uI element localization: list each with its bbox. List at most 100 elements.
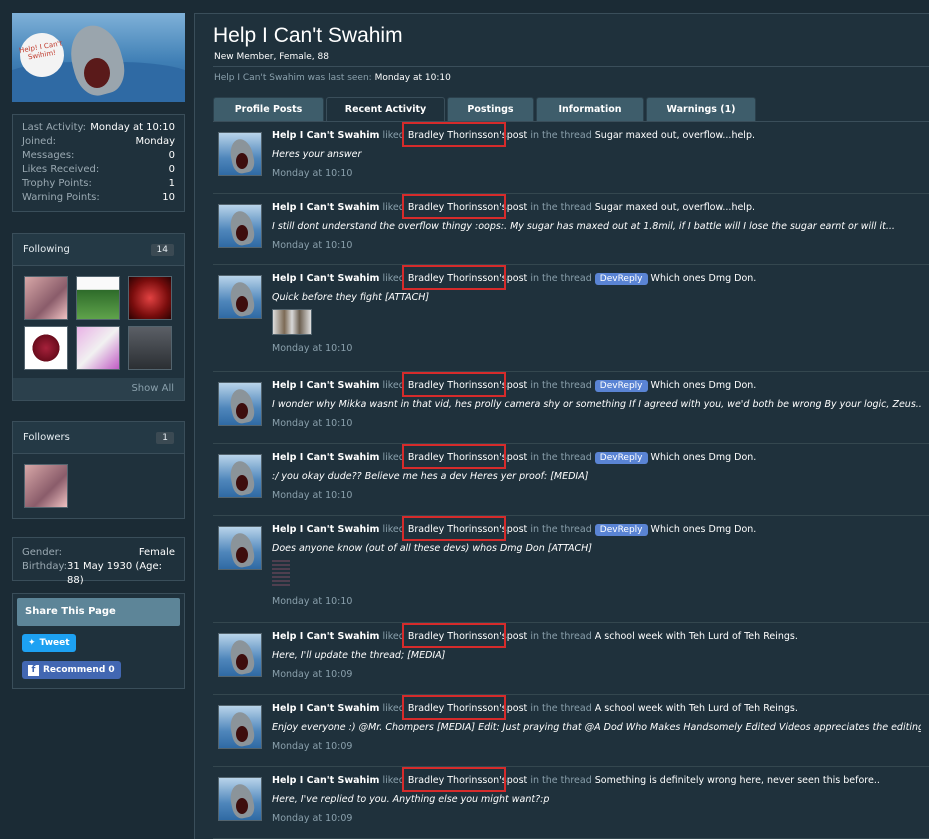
devreply-prefix-badge[interactable]: DevReply xyxy=(594,380,648,392)
thread-link[interactable]: A school week with Teh Lurd of Teh Reing… xyxy=(595,703,798,714)
post-author-link[interactable]: Bradley Thorinsson's xyxy=(401,444,507,469)
activity-item: Help I Can't Swahim liked Bradley Thorin… xyxy=(213,767,929,839)
stat-joined: Joined: Monday xyxy=(22,136,175,147)
devreply-prefix-badge[interactable]: DevReply xyxy=(594,524,648,536)
activity-time[interactable]: Monday at 10:09 xyxy=(272,669,921,680)
tab-recent-activity[interactable]: Recent Activity xyxy=(326,97,445,121)
profile-stats: Last Activity: Monday at 10:10 Joined: Mon… xyxy=(12,114,185,212)
activity-time[interactable]: Monday at 10:10 xyxy=(272,418,921,429)
attachment-thumbnail[interactable] xyxy=(272,309,312,335)
activity-item: Help I Can't Swahim liked Bradley Thorin… xyxy=(213,265,929,372)
post-author-link[interactable]: Bradley Thorinsson's xyxy=(401,122,507,147)
highlight-box xyxy=(401,767,506,792)
activity-avatar[interactable] xyxy=(218,633,262,677)
tweet-label: Tweet xyxy=(39,638,70,648)
activity-content: Help I Can't Swahim liked Bradley Thorin… xyxy=(272,194,921,251)
tweet-button[interactable]: ✦ Tweet xyxy=(22,634,76,652)
title-divider xyxy=(213,66,929,67)
activity-time[interactable]: Monday at 10:10 xyxy=(272,343,921,354)
sidebar: Help! I Can't Swihim! Last Activity: Mond… xyxy=(12,13,185,689)
post-author-link[interactable]: Bradley Thorinsson's xyxy=(401,623,507,648)
stat-trophy-points: Trophy Points: 1 xyxy=(22,178,175,189)
activity-avatar[interactable] xyxy=(218,132,262,176)
post-link[interactable]: post xyxy=(507,775,528,786)
activity-time[interactable]: Monday at 10:10 xyxy=(272,596,921,607)
activity-time[interactable]: Monday at 10:10 xyxy=(272,490,921,501)
activity-avatar[interactable] xyxy=(218,204,262,248)
post-author-link[interactable]: Bradley Thorinsson's xyxy=(401,194,507,219)
devreply-prefix-badge[interactable]: DevReply xyxy=(594,452,648,464)
tab-profile-posts[interactable]: Profile Posts xyxy=(213,97,324,121)
share-header: Share This Page xyxy=(17,598,180,626)
post-snippet: Here, I'll update the thread; [MEDIA] xyxy=(272,650,446,661)
activity-avatar[interactable] xyxy=(218,454,262,498)
highlight-box xyxy=(401,695,506,720)
activity-time[interactable]: Monday at 10:09 xyxy=(272,813,921,824)
highlight-box xyxy=(401,265,506,290)
activity-user-link[interactable]: Help I Can't Swahim xyxy=(272,703,379,714)
profile-avatar[interactable]: Help! I Can't Swihim! xyxy=(12,13,185,102)
devreply-prefix-badge[interactable]: DevReply xyxy=(594,273,648,285)
activity-item: Help I Can't Swahim liked Bradley Thorin… xyxy=(213,194,929,265)
activity-time[interactable]: Monday at 10:10 xyxy=(272,168,921,179)
thread-link[interactable]: A school week with Teh Lurd of Teh Reing… xyxy=(595,631,798,642)
profile-tabs: Profile Posts Recent Activity Postings I… xyxy=(213,97,758,121)
stat-warning-points: Warning Points: 10 xyxy=(22,192,175,203)
post-author-link[interactable]: Bradley Thorinsson's xyxy=(401,767,507,792)
activity-avatar[interactable] xyxy=(218,275,262,319)
following-avatar[interactable] xyxy=(128,276,172,320)
recommend-button[interactable]: f Recommend 0 xyxy=(22,661,121,679)
post-link[interactable]: post xyxy=(507,524,528,535)
post-snippet: I still dont understand the overflow thi… xyxy=(272,221,895,232)
attachment-thumbnail[interactable] xyxy=(272,560,290,588)
activity-avatar[interactable] xyxy=(218,705,262,749)
post-author-link[interactable]: Bradley Thorinsson's xyxy=(401,695,507,720)
post-author-link[interactable]: Bradley Thorinsson's xyxy=(401,372,507,397)
following-avatar[interactable] xyxy=(76,326,120,370)
thread-link[interactable]: Sugar maxed out, overflow...help. xyxy=(595,130,755,141)
post-link[interactable]: post xyxy=(507,380,528,391)
profile-main: Help I Can't Swahim New Member, Female, … xyxy=(194,13,929,839)
post-author-link[interactable]: Bradley Thorinsson's xyxy=(401,516,507,541)
tab-warnings[interactable]: Warnings (1) xyxy=(646,97,756,121)
activity-avatar[interactable] xyxy=(218,777,262,821)
activity-user-link[interactable]: Help I Can't Swahim xyxy=(272,380,379,391)
thread-link[interactable]: Which ones Dmg Don. xyxy=(651,273,757,284)
post-snippet: Enjoy everyone :) @Mr. Chompers [MEDIA] … xyxy=(272,722,921,733)
thread-link[interactable]: Which ones Dmg Don. xyxy=(651,380,757,391)
thread-link[interactable]: Sugar maxed out, overflow...help. xyxy=(595,202,755,213)
following-avatar[interactable] xyxy=(76,276,120,320)
show-all-link[interactable]: Show All xyxy=(13,378,184,400)
activity-avatar[interactable] xyxy=(218,382,262,426)
followers-count: 1 xyxy=(156,431,174,444)
post-link[interactable]: post xyxy=(507,273,528,284)
activity-user-link[interactable]: Help I Can't Swahim xyxy=(272,130,379,141)
following-avatar[interactable] xyxy=(128,326,172,370)
tab-information[interactable]: Information xyxy=(536,97,644,121)
activity-time[interactable]: Monday at 10:09 xyxy=(272,741,921,752)
activity-user-link[interactable]: Help I Can't Swahim xyxy=(272,273,379,284)
thread-link[interactable]: Which ones Dmg Don. xyxy=(651,452,757,463)
tab-postings[interactable]: Postings xyxy=(447,97,534,121)
following-avatar[interactable] xyxy=(24,276,68,320)
post-link[interactable]: post xyxy=(507,703,528,714)
post-link[interactable]: post xyxy=(507,631,528,642)
thread-link[interactable]: Something is definitely wrong here, neve… xyxy=(595,775,880,786)
activity-user-link[interactable]: Help I Can't Swahim xyxy=(272,202,379,213)
activity-user-link[interactable]: Help I Can't Swahim xyxy=(272,452,379,463)
activity-user-link[interactable]: Help I Can't Swahim xyxy=(272,524,379,535)
activity-avatar[interactable] xyxy=(218,526,262,570)
activity-item: Help I Can't Swahim liked Bradley Thorin… xyxy=(213,695,929,767)
post-link[interactable]: post xyxy=(507,452,528,463)
follower-avatar[interactable] xyxy=(24,464,68,508)
profile-details: Gender: Female Birthday: 31 May 1930 (Age:… xyxy=(12,537,185,586)
post-link[interactable]: post xyxy=(507,202,528,213)
activity-user-link[interactable]: Help I Can't Swahim xyxy=(272,775,379,786)
post-author-link[interactable]: Bradley Thorinsson's xyxy=(401,265,507,290)
activity-time[interactable]: Monday at 10:10 xyxy=(272,240,921,251)
activity-user-link[interactable]: Help I Can't Swahim xyxy=(272,631,379,642)
post-link[interactable]: post xyxy=(507,130,528,141)
thread-link[interactable]: Which ones Dmg Don. xyxy=(651,524,757,535)
detail-birthday: Birthday: 31 May 1930 (Age: 88) xyxy=(22,561,163,586)
following-avatar[interactable] xyxy=(24,326,68,370)
